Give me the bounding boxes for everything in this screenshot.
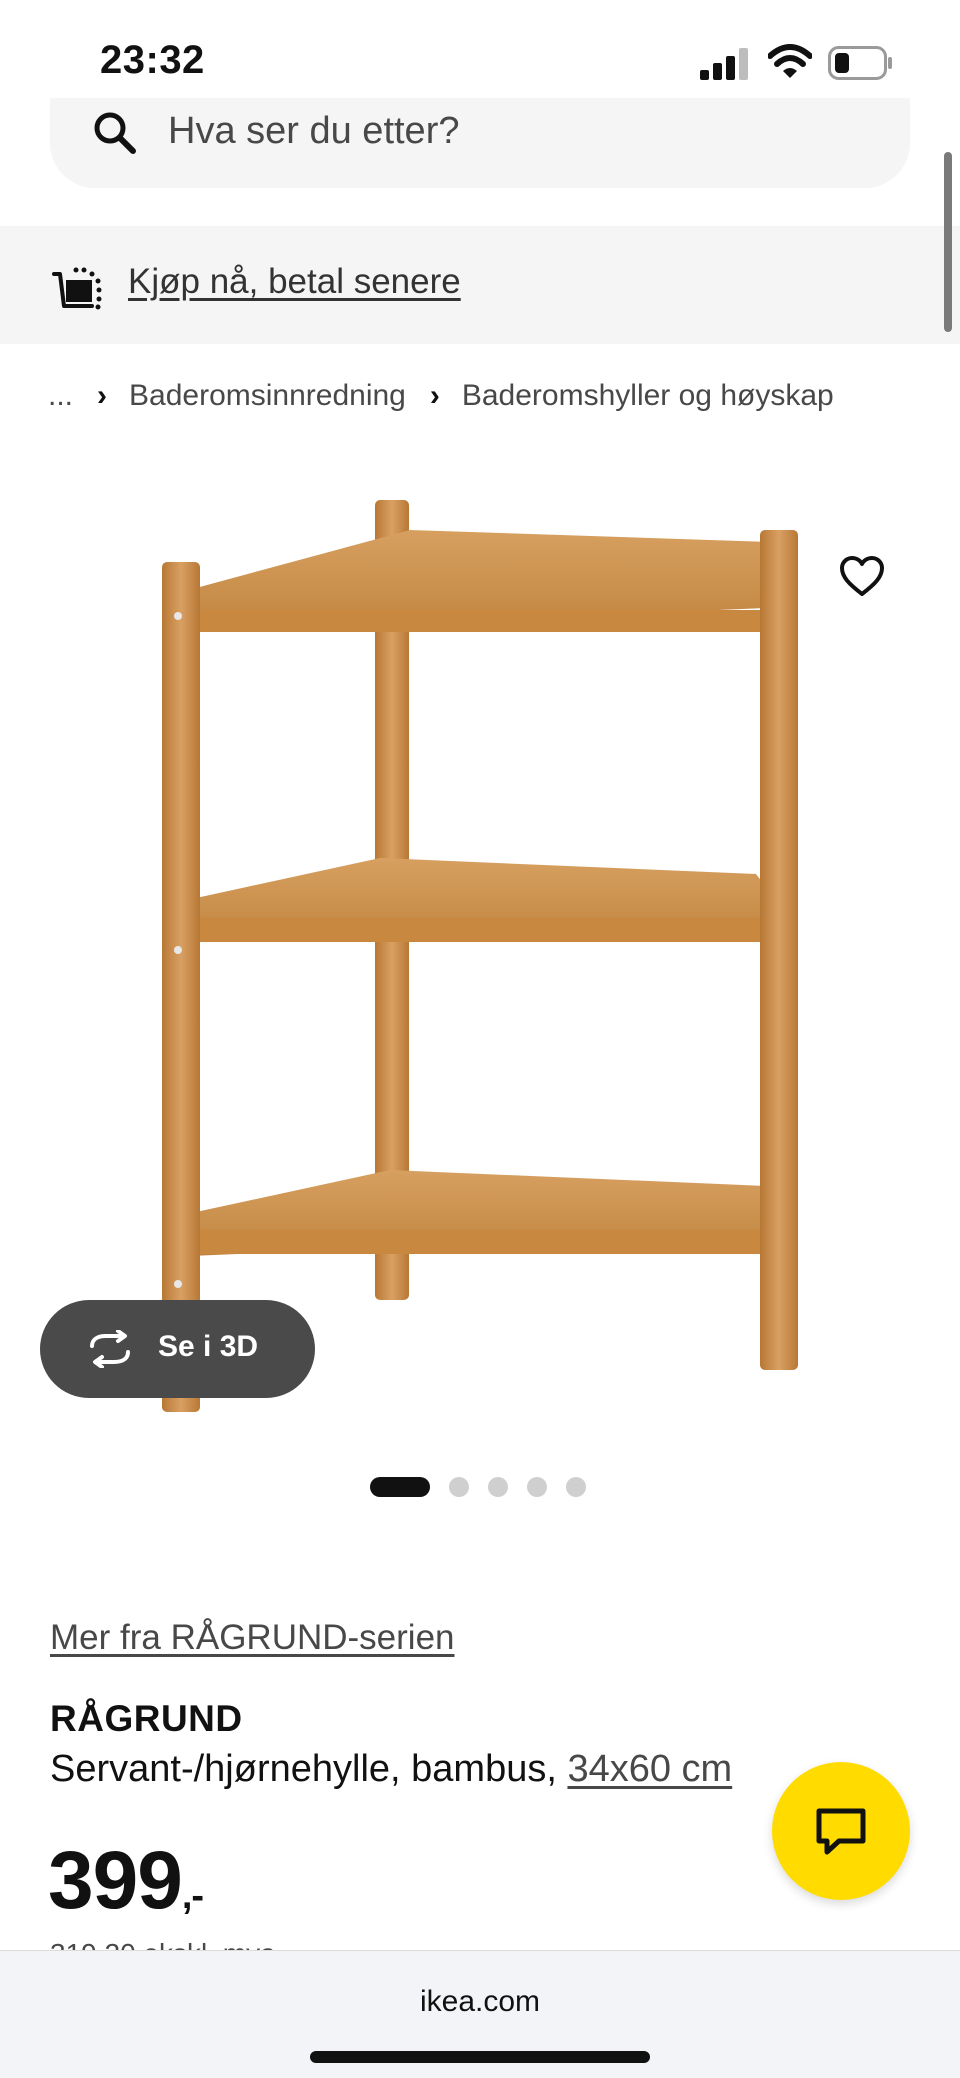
search-icon: [94, 112, 136, 154]
home-indicator[interactable]: [310, 2051, 650, 2063]
search-input[interactable]: Hva ser du etter?: [168, 110, 459, 153]
chevron-right-icon: ›: [429, 379, 440, 412]
carousel-dot[interactable]: [488, 1477, 508, 1497]
chat-button[interactable]: [772, 1762, 910, 1900]
price-suffix: ,-: [181, 1875, 204, 1917]
cart-icon: [52, 267, 102, 310]
chevron-right-icon: ›: [97, 379, 108, 412]
breadcrumb-item-bathroom-furniture[interactable]: Baderomsinnredning: [129, 379, 406, 413]
series-link[interactable]: Mer fra RÅGRUND-serien: [50, 1618, 455, 1658]
bnpl-banner[interactable]: Kjøp nå, betal senere: [0, 226, 960, 344]
battery-icon: [828, 46, 892, 80]
scrollbar[interactable]: [944, 152, 952, 332]
chat-icon: [816, 1808, 866, 1855]
search-bar[interactable]: Hva ser du etter?: [50, 98, 910, 188]
heart-icon: [840, 556, 884, 596]
price-main: 399: [48, 1835, 183, 1926]
carousel-dot[interactable]: [449, 1477, 469, 1497]
carousel-dot[interactable]: [370, 1477, 430, 1497]
wifi-icon: [768, 44, 812, 78]
carousel-dots[interactable]: [370, 1476, 605, 1498]
product-price: 399,-: [48, 1834, 204, 1928]
carousel-dot[interactable]: [527, 1477, 547, 1497]
breadcrumb-ellipsis[interactable]: ...: [48, 379, 73, 413]
view-in-3d-button[interactable]: Se i 3D: [40, 1300, 315, 1398]
bnpl-link[interactable]: Kjøp nå, betal senere: [128, 262, 461, 302]
signal-icon: [700, 48, 748, 80]
url-label[interactable]: ikea.com: [0, 1985, 960, 2019]
product-name: RÅGRUND: [50, 1698, 243, 1739]
view-in-3d-label: Se i 3D: [158, 1330, 259, 1363]
status-time: 23:32: [100, 38, 205, 82]
product-image[interactable]: [110, 480, 850, 1440]
breadcrumb-item-bathroom-shelves[interactable]: Baderomshyller og høyskap: [462, 379, 834, 413]
product-description-text: Servant-/hjørnehylle, bambus,: [50, 1748, 568, 1790]
product-size-link[interactable]: 34x60 cm: [567, 1748, 732, 1790]
product-description: Servant-/hjørnehylle, bambus, 34x60 cm: [50, 1748, 732, 1791]
browser-bar: ikea.com: [0, 1950, 960, 2078]
breadcrumb: ... › Baderomsinnredning › Baderomshylle…: [48, 374, 834, 418]
favorite-button[interactable]: [832, 548, 892, 604]
rotate-3d-icon: [90, 1330, 130, 1368]
carousel-dot[interactable]: [566, 1477, 586, 1497]
